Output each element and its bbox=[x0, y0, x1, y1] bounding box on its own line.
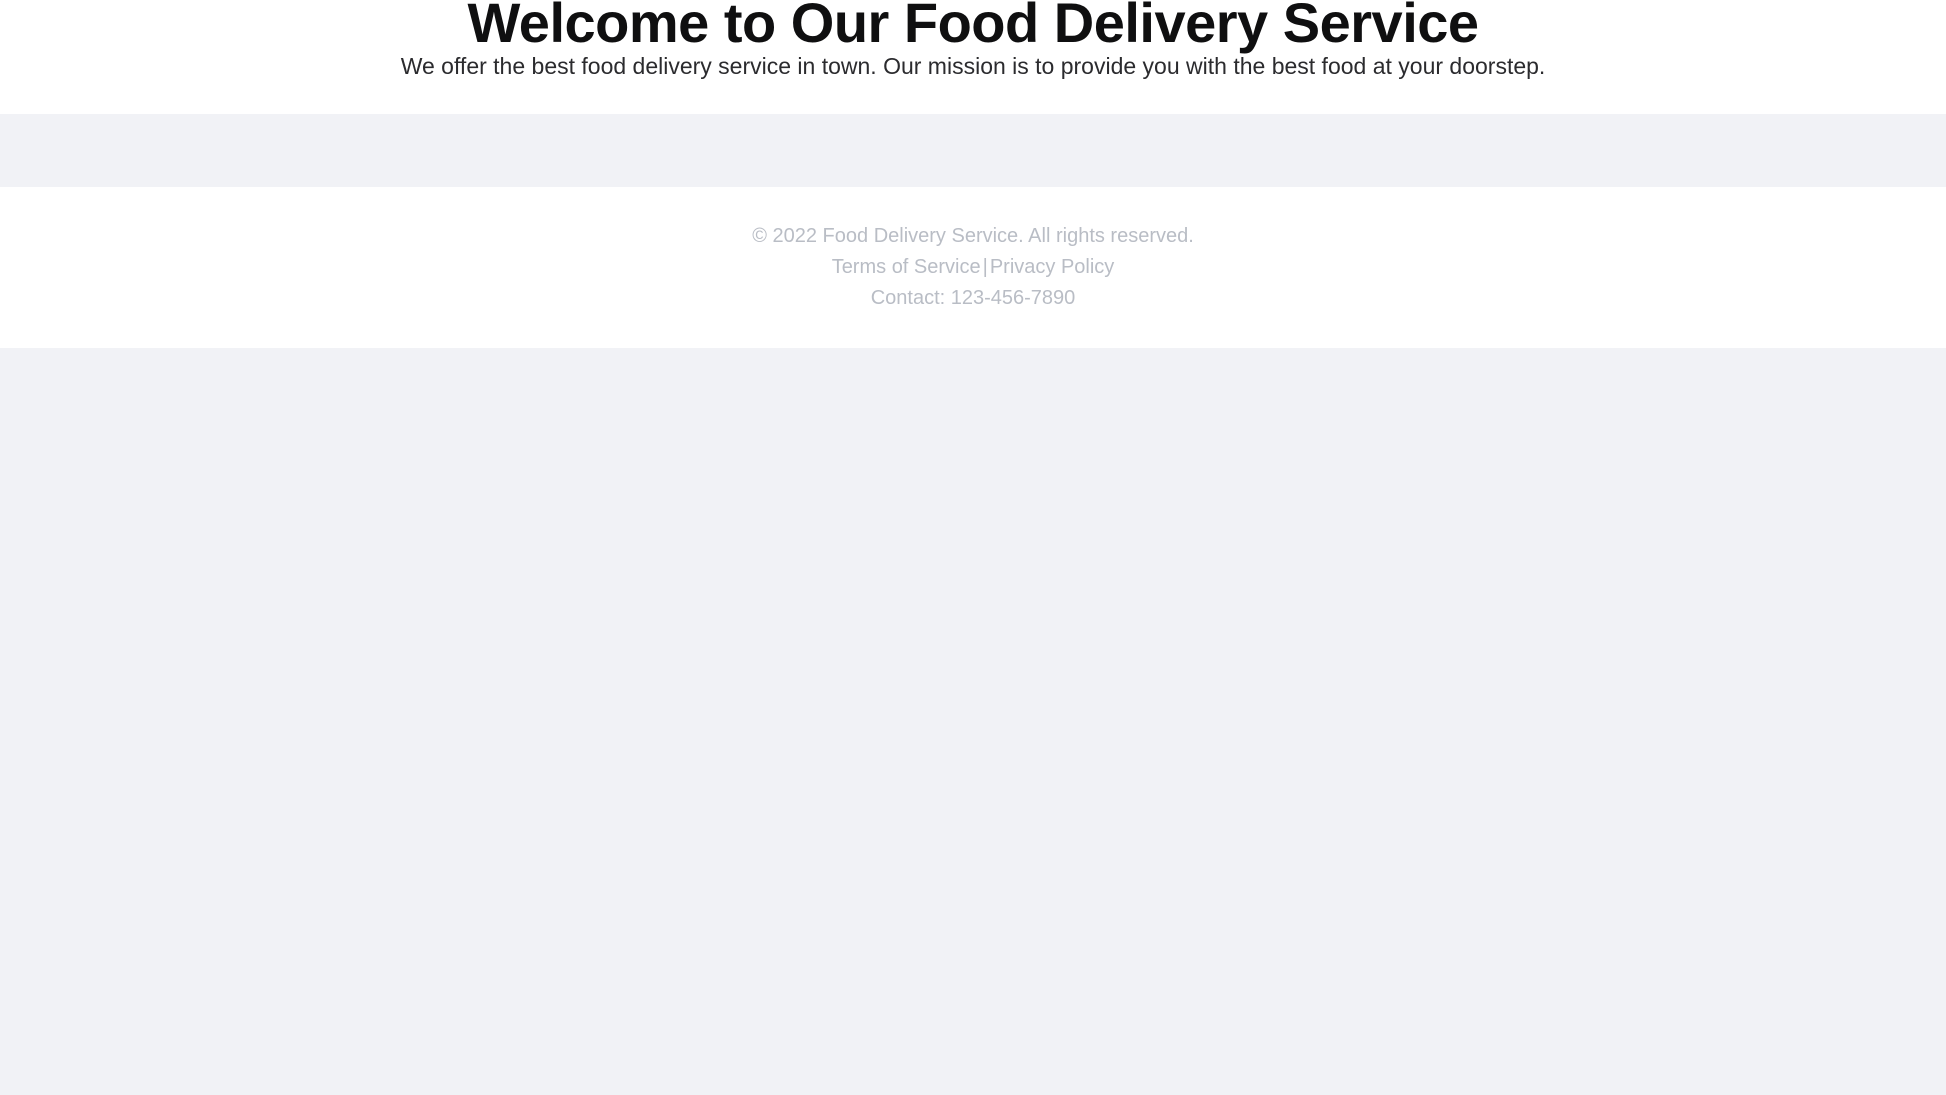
main-content bbox=[0, 114, 1946, 187]
footer-copyright: © 2022 Food Delivery Service. All rights… bbox=[752, 225, 1194, 247]
page-subtitle: We offer the best food delivery service … bbox=[400, 53, 1546, 80]
page-title: Welcome to Our Food Delivery Service bbox=[467, 0, 1479, 54]
footer-contact: Contact: 123-456-7890 bbox=[870, 287, 1076, 309]
footer-links: Terms of Service | Privacy Policy bbox=[832, 252, 1115, 283]
terms-of-service-link[interactable]: Terms of Service bbox=[832, 256, 981, 278]
site-header: Welcome to Our Food Delivery Service We … bbox=[0, 0, 1946, 114]
footer-link-separator: | bbox=[982, 256, 988, 278]
page-root: Welcome to Our Food Delivery Service We … bbox=[0, 0, 1946, 1095]
page-background-fill bbox=[0, 348, 1946, 1095]
privacy-policy-link[interactable]: Privacy Policy bbox=[990, 256, 1114, 278]
site-footer: © 2022 Food Delivery Service. All rights… bbox=[0, 187, 1946, 348]
